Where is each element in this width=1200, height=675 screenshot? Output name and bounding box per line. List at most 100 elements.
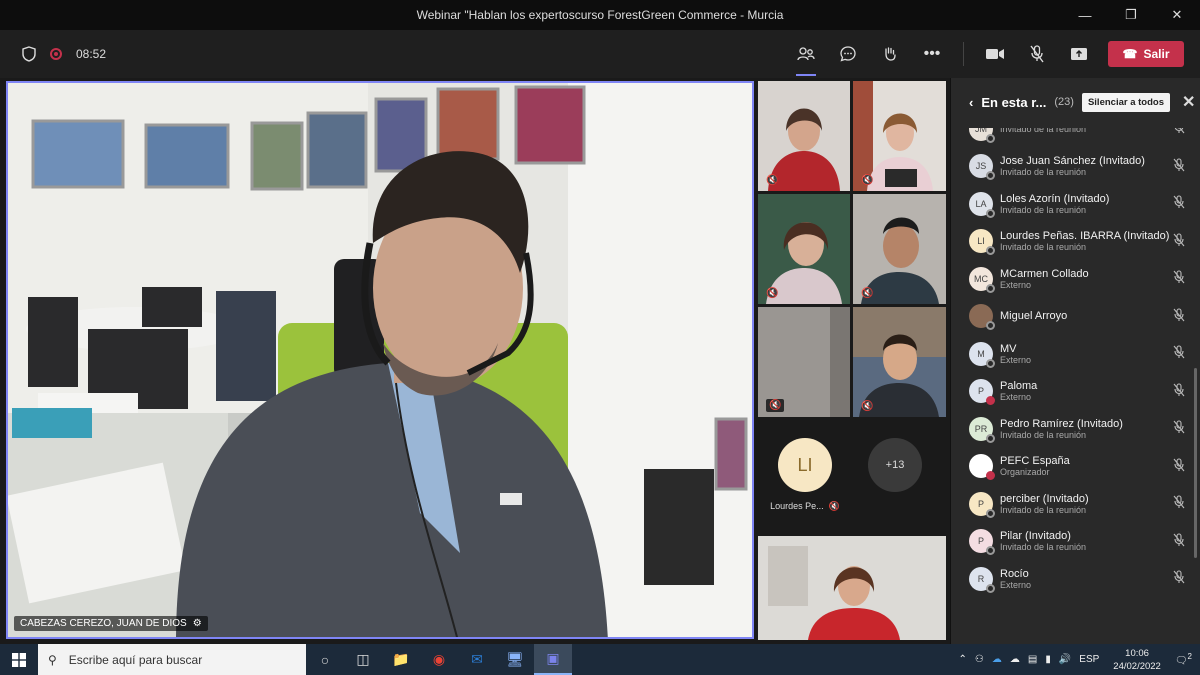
- avatar: MC: [969, 266, 995, 293]
- share-screen-button[interactable]: [1060, 38, 1098, 70]
- participant-row[interactable]: Miguel Arroyo: [951, 298, 1200, 336]
- volume-icon[interactable]: 🔊: [1059, 654, 1071, 665]
- participant-row[interactable]: M MV Externo: [951, 335, 1200, 373]
- presence-status-icon: [986, 283, 995, 293]
- more-actions-button[interactable]: •••: [913, 38, 951, 70]
- maximize-button[interactable]: ❐: [1108, 0, 1154, 30]
- cortana-icon[interactable]: ○: [306, 644, 344, 675]
- avatar: P: [969, 379, 995, 406]
- network-icon[interactable]: ▤: [1028, 654, 1037, 665]
- participant-text: MCarmen Collado Externo: [1000, 268, 1089, 290]
- meet-now-icon[interactable]: ⚇: [975, 654, 984, 665]
- participant-role: Externo: [1000, 392, 1032, 403]
- participant-video-tile[interactable]: 🔇: [758, 81, 850, 191]
- participants-button[interactable]: [787, 38, 825, 76]
- participant-video-tile[interactable]: 🔇: [853, 81, 946, 191]
- avatar: PR: [969, 416, 995, 443]
- chrome-icon[interactable]: ◉: [420, 644, 458, 675]
- chat-button[interactable]: [829, 38, 867, 70]
- participant-name: PEFC España: [1000, 455, 1070, 468]
- participant-role: Invitado de la reunión: [1000, 204, 1087, 215]
- panel-title: En esta r...: [981, 94, 1047, 110]
- participant-row[interactable]: P Paloma Externo: [951, 373, 1200, 411]
- mic-off-icon[interactable]: [1173, 345, 1185, 362]
- participant-row[interactable]: Pperciber (Invitado) Invitado de la reuni…: [951, 485, 1200, 523]
- clock[interactable]: 10:06 24/02/2022: [1113, 647, 1161, 673]
- language-indicator[interactable]: ESP: [1079, 654, 1099, 665]
- mic-off-icon[interactable]: [1173, 458, 1185, 475]
- camera-button[interactable]: [976, 38, 1014, 70]
- mic-off-icon[interactable]: [1173, 383, 1185, 400]
- back-chevron-icon[interactable]: ‹: [969, 95, 973, 110]
- mic-off-icon[interactable]: [1173, 195, 1185, 212]
- participant-text: Loles Azorín (Invitado) Invitado de la re…: [1000, 193, 1109, 215]
- mic-off-icon[interactable]: [1173, 158, 1185, 175]
- participant-video-tile[interactable]: 🔇: [758, 194, 850, 304]
- meeting-timer: 08:52: [76, 47, 107, 61]
- mic-off-icon[interactable]: [1173, 270, 1185, 287]
- phone-hangup-icon: ☎: [1122, 47, 1138, 61]
- chevron-up-icon[interactable]: ⌃: [959, 654, 967, 665]
- notification-icon[interactable]: 🗨2: [1175, 652, 1192, 666]
- onedrive-personal-icon[interactable]: ☁: [1010, 654, 1020, 665]
- presence-status-icon: [986, 171, 995, 181]
- remote-desktop-icon[interactable]: 🖥: [496, 644, 534, 675]
- mic-off-icon[interactable]: [1173, 128, 1185, 137]
- close-icon[interactable]: ✕: [1182, 92, 1195, 112]
- camera-icon: [986, 49, 1004, 59]
- participant-video-tile[interactable]: 🔇: [853, 307, 946, 417]
- search-placeholder: Escribe aquí para buscar: [68, 652, 203, 667]
- mic-button[interactable]: [1018, 38, 1056, 70]
- mic-off-icon[interactable]: [1173, 308, 1185, 325]
- file-explorer-icon[interactable]: 📁: [382, 644, 420, 675]
- participant-row[interactable]: R Rocío Externo: [951, 560, 1200, 598]
- mic-off-icon[interactable]: [1173, 233, 1185, 250]
- shield-icon[interactable]: [22, 46, 36, 62]
- reactions-button[interactable]: [871, 38, 909, 70]
- avatar: M: [969, 341, 995, 368]
- presence-status-icon: [986, 396, 995, 406]
- scrollbar[interactable]: [1194, 368, 1197, 558]
- mic-off-icon: 🔇: [828, 501, 840, 511]
- avatar-name: Lourdes Pe... 🔇: [770, 501, 840, 511]
- close-window-button[interactable]: ✕: [1154, 0, 1200, 30]
- mic-off-icon[interactable]: [1173, 570, 1185, 587]
- participant-avatar-tile[interactable]: LI Lourdes Pe... 🔇: [758, 416, 852, 536]
- mic-off-icon: 🔇: [766, 399, 785, 412]
- participant-video-tile[interactable]: 🔇: [758, 307, 850, 417]
- mic-off-icon[interactable]: [1173, 533, 1185, 550]
- participant-role: Invitado de la reunión: [1000, 242, 1087, 253]
- start-button[interactable]: [0, 644, 38, 675]
- teams-icon[interactable]: ▣: [534, 644, 572, 675]
- participant-list[interactable]: JM Invitado de la reunión JS Jose Juan Sánc…: [951, 128, 1200, 644]
- participant-row[interactable]: PR Pedro Ramírez (Invitado) Invitado de la…: [951, 410, 1200, 448]
- outlook-icon[interactable]: ✉: [458, 644, 496, 675]
- mic-off-icon: 🔇: [766, 288, 779, 299]
- recording-icon: [50, 48, 62, 60]
- participant-name: Miguel Arroyo: [1000, 310, 1068, 323]
- presence-status-icon: [986, 246, 995, 256]
- participant-options-icon[interactable]: ⚙: [193, 618, 202, 629]
- participant-row[interactable]: PEFC España Organizador: [951, 448, 1200, 486]
- taskbar-search[interactable]: ⚲ Escribe aquí para buscar: [38, 644, 306, 675]
- leave-button[interactable]: ☎ Salir: [1108, 41, 1184, 67]
- participant-row[interactable]: MC MCarmen Collado Externo: [951, 260, 1200, 298]
- main-speaker-video[interactable]: CABEZAS CEREZO, JUAN DE DIOS ⚙: [6, 81, 754, 639]
- participant-row[interactable]: P Pilar (Invitado) Invitado de la reunión: [951, 523, 1200, 561]
- onedrive-icon[interactable]: ☁: [992, 654, 1002, 665]
- mic-off-icon: 🔇: [861, 401, 874, 412]
- mic-off-icon[interactable]: [1173, 495, 1185, 512]
- self-view-tile[interactable]: [758, 536, 946, 640]
- battery-icon[interactable]: ▮: [1045, 654, 1051, 665]
- participant-video-tile[interactable]: 🔇: [853, 194, 946, 304]
- minimize-button[interactable]: —: [1062, 0, 1108, 30]
- participant-row[interactable]: LI Lourdes Peñas. IBARRA (Invitado) Invita…: [951, 223, 1200, 261]
- task-view-icon[interactable]: ◫: [344, 644, 382, 675]
- more-participants-button[interactable]: +13: [868, 438, 922, 492]
- mic-off-icon[interactable]: [1173, 420, 1185, 437]
- participant-row[interactable]: JM Invitado de la reunión: [951, 128, 1200, 148]
- participant-row[interactable]: JS Jose Juan Sánchez (Invitado) Invitado d…: [951, 148, 1200, 186]
- mic-off-icon: [1030, 45, 1044, 63]
- mute-all-button[interactable]: Silenciar a todos: [1081, 92, 1170, 112]
- participant-row[interactable]: LA Loles Azorín (Invitado) Invitado de la …: [951, 185, 1200, 223]
